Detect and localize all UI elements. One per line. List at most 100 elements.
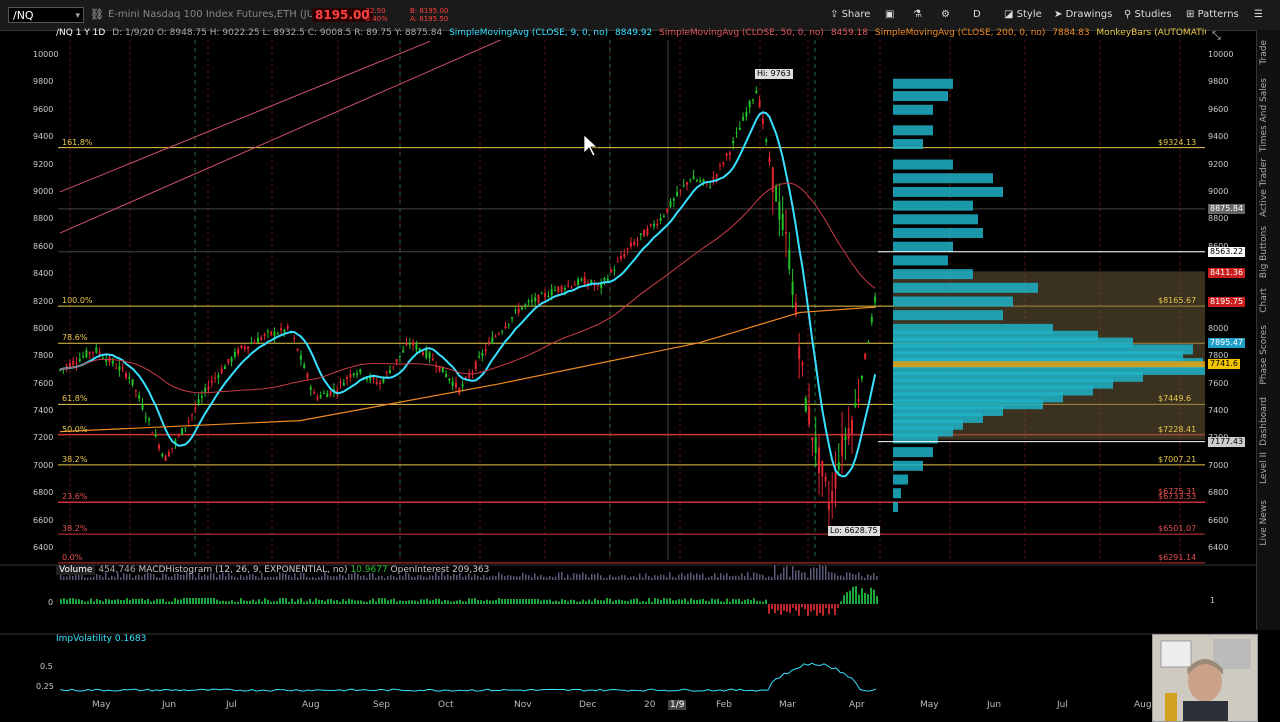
- macd-bar: [420, 599, 422, 604]
- chart-id[interactable]: /NQ 1 Y 1D: [56, 28, 105, 38]
- macd-bar: [243, 600, 245, 604]
- sma9-label[interactable]: SimpleMovingAvg (CLOSE, 9, 0, no): [449, 28, 608, 38]
- iv-label[interactable]: ImpVolatility: [56, 634, 112, 644]
- macd-bar: [450, 601, 452, 604]
- iv-line: [59, 662, 877, 692]
- macd-bar: [633, 598, 635, 604]
- candle-body: [709, 186, 712, 188]
- volume-bar: [876, 576, 878, 580]
- sma50-label[interactable]: SimpleMovingAvg (CLOSE, 50, 0, no): [659, 28, 824, 38]
- candle-body: [342, 383, 345, 386]
- sma200-label[interactable]: SimpleMovingAvg (CLOSE, 200, 0, no): [875, 28, 1046, 38]
- candle-body: [451, 381, 454, 387]
- price-chart[interactable]: [0, 40, 1256, 708]
- webcam-overlay: [1152, 634, 1258, 722]
- studies-button[interactable]: ⚲ Studies: [1124, 8, 1172, 22]
- macd-bar: [63, 598, 65, 604]
- share-button[interactable]: ⇪ Share: [830, 8, 870, 22]
- macd-bar: [804, 604, 806, 610]
- sma200-value: 7884.83: [1052, 28, 1090, 38]
- sidebar-tab[interactable]: Times And Sales: [1259, 78, 1269, 152]
- time-axis-label: Jul: [1057, 700, 1068, 710]
- share-icon: ⇪: [830, 9, 842, 20]
- macd-bar: [807, 604, 809, 616]
- mouse-cursor-icon: [583, 134, 598, 157]
- volume-bar: [807, 577, 809, 580]
- candle-body: [326, 393, 329, 398]
- sidebar-tab[interactable]: Chart: [1259, 288, 1269, 313]
- gear-icon[interactable]: ⚙: [941, 8, 950, 22]
- macd-bar: [567, 601, 569, 604]
- chevron-down-icon[interactable]: ▾: [75, 8, 80, 24]
- price-axis-tag: 7177.43: [1208, 436, 1246, 447]
- candle-body: [656, 223, 659, 226]
- candle-body: [431, 358, 434, 361]
- timeframe-button[interactable]: D: [973, 8, 981, 22]
- macd-bar: [669, 598, 671, 604]
- drawings-button[interactable]: ➤ Drawings: [1054, 8, 1112, 22]
- macd-bar: [234, 601, 236, 604]
- candle-body: [134, 389, 137, 392]
- macd-bar: [87, 601, 89, 604]
- volume-bar: [642, 577, 644, 580]
- candle-body: [659, 218, 662, 221]
- sidebar-tab[interactable]: Trade: [1259, 40, 1269, 65]
- volume-bar: [810, 568, 812, 580]
- right-sidebar: Trade Times And Sales Active Trader Big But…: [1256, 30, 1280, 630]
- macd-bar: [432, 600, 434, 604]
- cursor-icon: ➤: [1054, 9, 1066, 20]
- macd-bar: [276, 601, 278, 604]
- profile-bar: [893, 228, 983, 239]
- price-tick-right: 7400: [1208, 406, 1229, 416]
- symbol-input[interactable]: /NQ ▾: [8, 7, 84, 23]
- flask-icon[interactable]: ⚗: [913, 8, 922, 22]
- candle-body: [755, 90, 758, 94]
- macd-bar: [690, 598, 692, 604]
- macd-bar: [768, 604, 770, 614]
- sidebar-tab[interactable]: Dashboard: [1259, 397, 1269, 446]
- volume-bar: [690, 572, 692, 580]
- macd-bar: [480, 600, 482, 604]
- volume-value: 454,746: [98, 565, 136, 575]
- sidebar-tab[interactable]: Live News: [1259, 500, 1269, 546]
- volume-bar: [591, 573, 593, 580]
- candle-body: [573, 284, 576, 286]
- candle-body: [121, 367, 124, 369]
- volume-label[interactable]: Volume: [56, 565, 96, 575]
- volume-bar: [849, 572, 851, 580]
- macd-bar: [177, 599, 179, 604]
- macd-bar: [717, 598, 719, 604]
- level-price-label: $6733.53: [1158, 492, 1197, 502]
- menu-icon[interactable]: ☰: [1254, 8, 1263, 22]
- volume-bar: [645, 573, 647, 580]
- macd-label[interactable]: MACDHistogram (12, 26, 9, EXPONENTIAL, n…: [138, 565, 347, 575]
- macd-bar: [528, 599, 530, 604]
- volume-bar: [522, 572, 524, 580]
- patterns-button[interactable]: ⊞ Patterns: [1186, 8, 1239, 22]
- candle-body: [610, 269, 613, 273]
- macd-bar: [348, 598, 350, 604]
- candle-body: [167, 451, 170, 457]
- oi-label[interactable]: OpenInterest: [391, 565, 450, 575]
- low-bubble: Lo: 6628.75: [828, 526, 880, 536]
- monkeybars-label[interactable]: MonkeyBars (AUTOMATIC, 1.0, 30 min,...: [1096, 28, 1206, 38]
- sidebar-tab[interactable]: Active Trader: [1259, 158, 1269, 217]
- volume-bar: [735, 575, 737, 580]
- macd-bar: [285, 598, 287, 604]
- link-icon[interactable]: ⛓: [90, 8, 104, 21]
- macd-bar: [489, 600, 491, 604]
- macd-bar: [648, 598, 650, 604]
- sidebar-tab[interactable]: Phase Scores: [1259, 325, 1269, 385]
- volume-bar: [711, 575, 713, 580]
- volume-axis-tick: 1: [1210, 596, 1216, 605]
- macd-bar: [78, 599, 80, 604]
- candle-body: [204, 387, 207, 392]
- profile-bar: [893, 91, 948, 102]
- style-button[interactable]: ◪ Style: [1004, 8, 1042, 22]
- print-icon[interactable]: ▣: [885, 8, 894, 22]
- price-axis-tag: 7741.6: [1208, 359, 1240, 370]
- sidebar-tab[interactable]: Big Buttons: [1259, 226, 1269, 278]
- candle-body: [408, 343, 411, 345]
- macd-bar: [108, 599, 110, 604]
- sidebar-tab[interactable]: Level II: [1259, 452, 1269, 484]
